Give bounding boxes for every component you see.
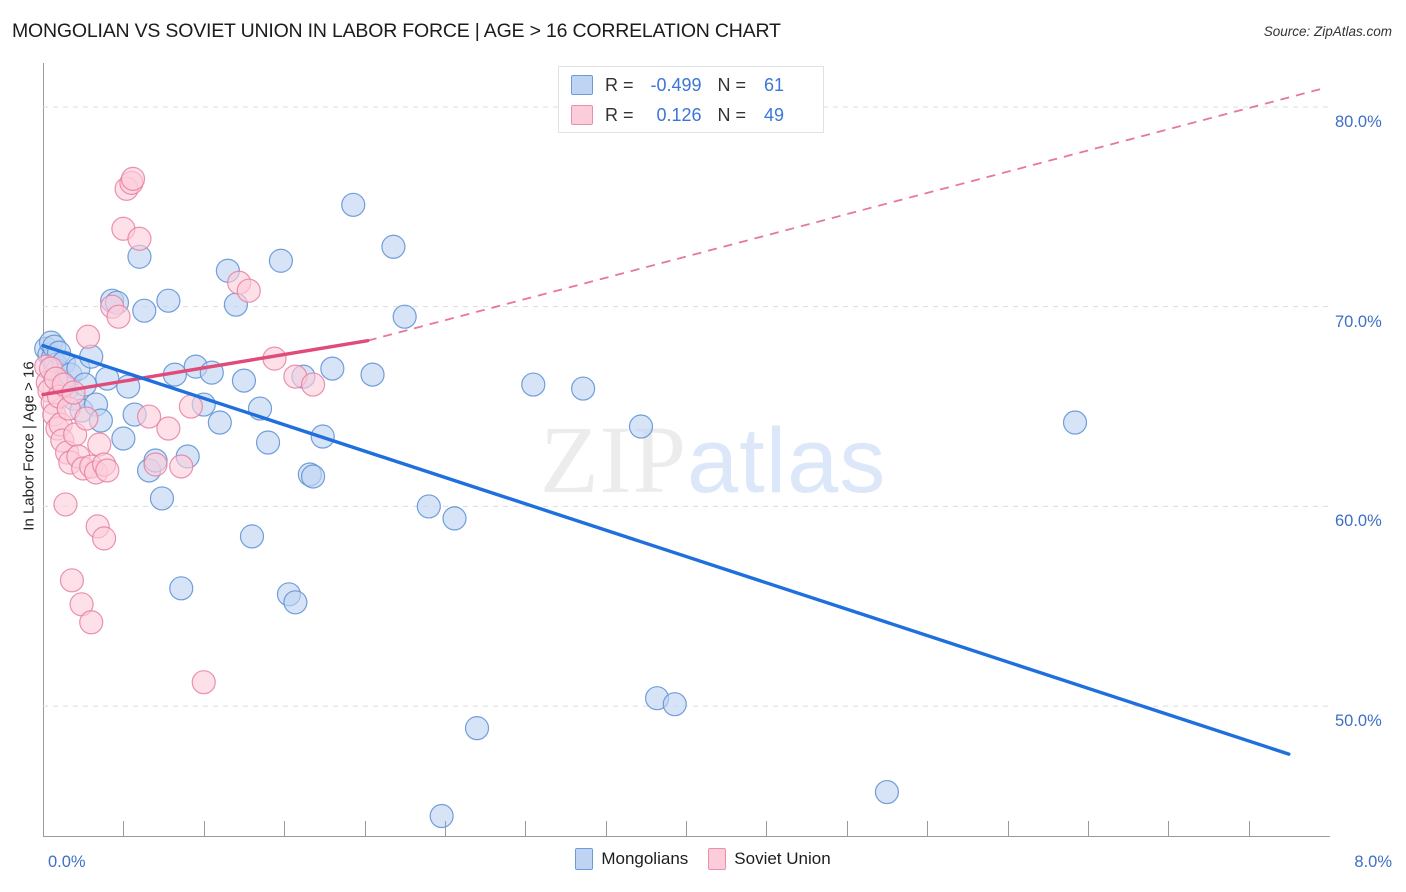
stats-r-label-1: R = — [605, 74, 634, 95]
x-axis-tick — [686, 821, 687, 836]
x-axis-tick — [1007, 821, 1009, 836]
x-axis-tick — [364, 821, 366, 836]
scatter-layer — [34, 88, 1322, 829]
x-axis-tick — [927, 821, 929, 836]
y-axis-tick-label: 80.0% — [1335, 112, 1382, 131]
legend-item-mongolians[interactable]: Mongolians — [575, 848, 688, 870]
legend-label-mongolians: Mongolians — [601, 849, 689, 868]
x-axis-tick — [123, 821, 125, 836]
data-point[interactable] — [61, 380, 86, 405]
data-point[interactable] — [53, 492, 78, 517]
data-point[interactable] — [156, 288, 181, 313]
series-soviet-union — [34, 166, 326, 695]
data-point[interactable] — [127, 226, 152, 251]
y-axis-tick-label: 60.0% — [1335, 512, 1382, 531]
x-axis-tick — [846, 821, 848, 836]
x-axis-tick — [1248, 821, 1250, 836]
data-point[interactable] — [255, 430, 281, 455]
data-point[interactable] — [1062, 410, 1088, 435]
data-point[interactable] — [169, 576, 194, 601]
stats-row-mongolians: R = -0.499 N = 61 — [571, 70, 784, 100]
page-title: MONGOLIAN VS SOVIET UNION IN LABOR FORCE… — [12, 20, 781, 42]
data-point[interactable] — [207, 410, 232, 435]
trendline-soviet-union-dashed — [367, 88, 1322, 342]
legend-label-soviet-union: Soviet Union — [734, 849, 831, 868]
data-point[interactable] — [106, 304, 131, 329]
data-point[interactable] — [143, 452, 168, 477]
data-point[interactable] — [300, 372, 326, 397]
data-point[interactable] — [429, 803, 454, 829]
data-point[interactable] — [74, 406, 99, 431]
data-point[interactable] — [156, 416, 181, 441]
data-point[interactable] — [283, 590, 308, 615]
x-axis-tick — [1168, 821, 1170, 836]
data-point[interactable] — [268, 248, 294, 273]
data-point[interactable] — [91, 526, 117, 551]
y-axis-title: In Labor Force | Age > 16 — [20, 361, 38, 531]
data-point[interactable] — [231, 368, 257, 393]
data-point[interactable] — [169, 454, 194, 479]
x-axis-tick — [525, 821, 527, 836]
correlation-stats-box: R = -0.499 N = 61 R = 0.126 N = 49 — [558, 66, 824, 133]
stats-swatch-blue — [571, 75, 593, 95]
x-axis-tick — [203, 821, 205, 836]
legend-swatch-soviet-union — [708, 848, 727, 870]
series-legend: Mongolians Soviet Union — [0, 848, 1406, 870]
data-point[interactable] — [464, 716, 490, 741]
data-point[interactable] — [111, 426, 136, 451]
x-axis-line — [43, 836, 1330, 837]
stats-row-soviet-union: R = 0.126 N = 49 — [571, 100, 784, 130]
data-point[interactable] — [662, 692, 687, 717]
x-axis-tick — [605, 821, 607, 836]
stats-n-value-2: 49 — [764, 104, 785, 125]
y-axis-title-wrapper: In Labor Force | Age > 16 — [18, 0, 40, 892]
data-point[interactable] — [87, 432, 112, 457]
x-axis-tick — [1087, 821, 1089, 836]
data-point[interactable] — [149, 486, 175, 511]
data-point[interactable] — [79, 610, 104, 635]
data-point[interactable] — [442, 506, 467, 531]
stats-r-value-2: 0.126 — [656, 104, 702, 125]
data-point[interactable] — [236, 278, 261, 303]
data-point[interactable] — [360, 362, 385, 387]
data-point[interactable] — [59, 568, 85, 593]
data-point[interactable] — [416, 494, 441, 519]
data-point[interactable] — [392, 304, 417, 329]
data-point[interactable] — [132, 298, 157, 323]
x-axis-tick — [766, 821, 768, 836]
stats-swatch-pink — [571, 105, 593, 125]
data-point[interactable] — [95, 458, 120, 483]
data-point[interactable] — [571, 376, 596, 401]
data-point[interactable] — [320, 356, 345, 381]
data-point[interactable] — [239, 524, 265, 549]
stats-r-label-2: R = — [605, 104, 634, 125]
data-point[interactable] — [521, 372, 546, 397]
data-point[interactable] — [300, 464, 326, 489]
y-axis-tick-label: 70.0% — [1335, 312, 1382, 331]
stats-n-label-1: N = — [717, 74, 747, 95]
data-point[interactable] — [191, 670, 216, 695]
series-mongolians — [34, 192, 1088, 829]
x-axis-tick — [444, 821, 446, 836]
data-point[interactable] — [120, 166, 146, 191]
data-point[interactable] — [381, 234, 406, 259]
data-point[interactable] — [341, 192, 366, 217]
y-axis-tick-label: 50.0% — [1335, 712, 1382, 731]
x-axis-tick — [284, 821, 286, 836]
stats-n-value-1: 61 — [764, 74, 785, 95]
plot-area: ZIPatlas — [34, 63, 1329, 836]
stats-n-label-2: N = — [717, 104, 747, 125]
source-note: Source: ZipAtlas.com — [1263, 24, 1392, 39]
data-point[interactable] — [874, 779, 900, 805]
stats-r-value-1: -0.499 — [650, 74, 702, 95]
legend-item-soviet-union[interactable]: Soviet Union — [708, 848, 831, 870]
legend-swatch-mongolians — [575, 848, 594, 870]
data-point[interactable] — [75, 324, 101, 349]
chart-root: MONGOLIAN VS SOVIET UNION IN LABOR FORCE… — [0, 0, 1406, 892]
data-point[interactable] — [628, 414, 654, 439]
